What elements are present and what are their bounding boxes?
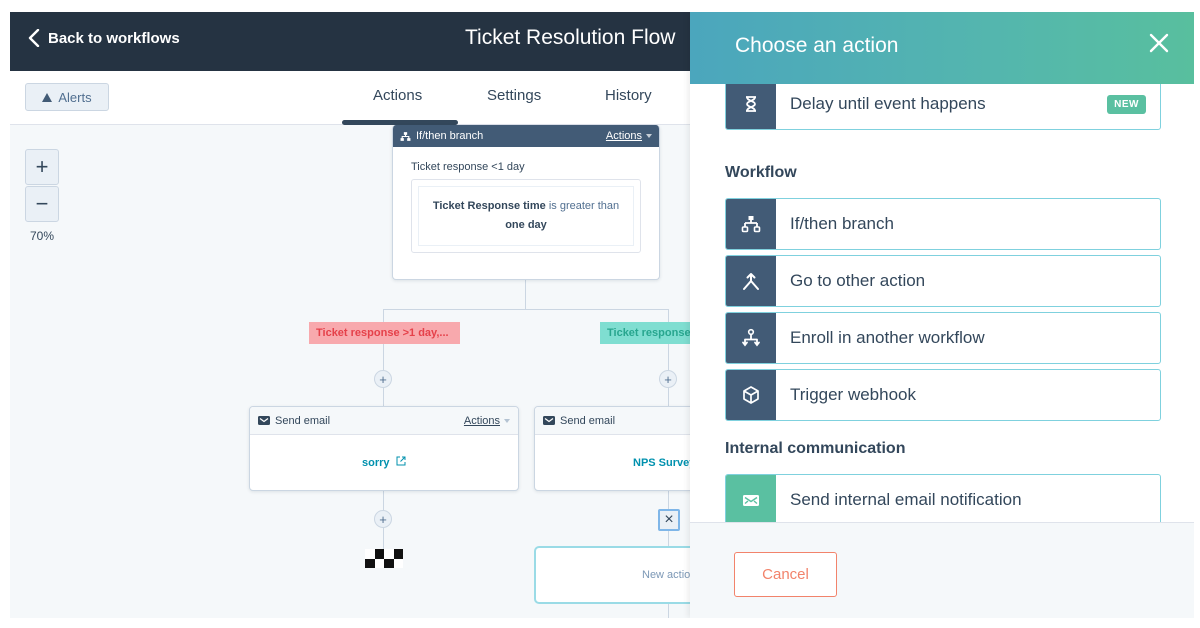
node-header: If/then branch Actions (393, 125, 659, 147)
action-label: Send internal email notification (790, 490, 1022, 509)
node-header: Send email (535, 407, 703, 435)
branch-label-no[interactable]: Ticket response >1 day,... (309, 322, 460, 344)
end-flag-icon (365, 549, 403, 568)
node-type-label: Send email (560, 414, 616, 427)
branch-name: Ticket response <1 day (411, 161, 525, 173)
condition-property: Ticket Response time (432, 200, 546, 212)
new-action-label: New action (642, 569, 697, 581)
action-enroll-in-another-workflow[interactable]: Enroll in another workflow (725, 312, 1161, 364)
zoom-level: 70% (30, 229, 55, 243)
panel-title: Choose an action (735, 34, 899, 57)
caret-down-icon (646, 134, 652, 138)
choose-action-panel: Choose an action Delay until event happe… (690, 12, 1194, 618)
send-email-node[interactable]: Send email NPS Survey (534, 406, 704, 491)
actions-label: Actions (463, 414, 500, 427)
if-then-branch-node[interactable]: If/then branch Actions Ticket response <… (392, 125, 660, 280)
external-link-icon (396, 456, 406, 466)
actions-label: Actions (605, 130, 642, 142)
app-frame: Back to workflows Ticket Resolution Flow… (10, 12, 1194, 618)
close-icon[interactable] (1148, 32, 1170, 54)
condition-text: Ticket Response time is greater than one… (418, 186, 634, 246)
new-action-placeholder[interactable]: New action (534, 546, 704, 604)
condition-box: Ticket Response time is greater than one… (411, 179, 641, 253)
add-action-button[interactable]: + (374, 370, 392, 388)
action-label: Go to other action (790, 271, 926, 290)
add-action-button[interactable]: + (374, 510, 392, 528)
add-action-button[interactable]: + (659, 370, 677, 388)
zoom-out-button[interactable]: − (25, 186, 59, 222)
action-list[interactable]: Delay until event happens NEW Workflow I… (690, 84, 1194, 522)
panel-header: Choose an action (690, 12, 1194, 84)
back-label: Back to workflows (48, 29, 180, 47)
caret-down-icon (504, 418, 510, 423)
action-delay-until-event[interactable]: Delay until event happens NEW (725, 84, 1161, 130)
node-actions-dropdown[interactable]: Actions (606, 130, 652, 142)
chevron-left-icon (28, 29, 40, 47)
node-actions-dropdown[interactable]: Actions (464, 415, 510, 427)
action-label: If/then branch (790, 214, 894, 233)
enroll-workflow-icon (726, 313, 776, 363)
panel-footer: Cancel (690, 522, 1194, 618)
action-label: Trigger webhook (790, 385, 916, 404)
action-label: Enroll in another workflow (790, 328, 985, 347)
section-title-workflow: Workflow (725, 164, 797, 181)
envelope-icon (258, 416, 270, 425)
branch-icon (726, 199, 776, 249)
cube-icon (726, 370, 776, 420)
node-header: Send email Actions (250, 407, 518, 435)
email-body: NPS Survey (535, 435, 703, 471)
tab-settings[interactable]: Settings (487, 87, 541, 104)
email-link[interactable]: sorry (362, 457, 390, 469)
tab-history[interactable]: History (605, 87, 652, 104)
action-go-to-other-action[interactable]: Go to other action (725, 255, 1161, 307)
action-send-internal-email[interactable]: Send internal email notification (725, 474, 1161, 522)
cancel-button[interactable]: Cancel (734, 552, 837, 597)
envelope-icon (543, 416, 555, 425)
condition-operator: is greater than (545, 200, 620, 212)
node-type-label: Send email (275, 414, 331, 427)
workflow-title[interactable]: Ticket Resolution Flow (465, 26, 675, 50)
email-link[interactable]: NPS Survey (633, 457, 695, 469)
section-title-internal-communication: Internal communication (725, 440, 906, 457)
hourglass-icon (726, 84, 776, 129)
alerts-button[interactable]: Alerts (25, 83, 109, 111)
action-trigger-webhook[interactable]: Trigger webhook (725, 369, 1161, 421)
branch-label-yes[interactable]: Ticket response (600, 322, 690, 344)
zoom-in-button[interactable]: + (25, 149, 59, 185)
connector-line (525, 280, 526, 310)
workflow-canvas[interactable]: + − 70% If/then branch Actions Ticket re… (10, 125, 704, 618)
action-if-then-branch[interactable]: If/then branch (725, 198, 1161, 250)
merge-arrow-icon (726, 256, 776, 306)
branch-icon (400, 131, 411, 141)
email-body: sorry (250, 435, 518, 471)
envelope-icon (726, 475, 776, 522)
send-email-node[interactable]: Send email Actions sorry (249, 406, 519, 491)
warning-icon (42, 92, 53, 102)
alerts-label: Alerts (58, 89, 92, 105)
condition-value: one day (505, 219, 547, 231)
remove-new-action-button[interactable]: × (658, 509, 680, 531)
connector-line (383, 309, 669, 310)
tab-actions[interactable]: Actions (373, 87, 422, 104)
action-label: Delay until event happens (790, 94, 986, 113)
new-badge: NEW (1107, 94, 1146, 114)
back-to-workflows-link[interactable]: Back to workflows (28, 29, 180, 47)
node-type-label: If/then branch (416, 130, 484, 142)
